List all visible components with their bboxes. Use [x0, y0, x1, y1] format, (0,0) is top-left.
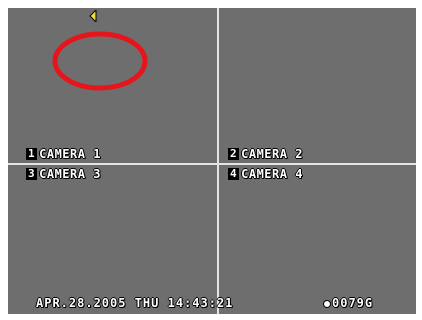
disk-icon [324, 300, 330, 307]
dvr-monitor: 1 CAMERA 1 2 CAMERA 2 3 CAMERA 3 4 CAMER… [8, 8, 416, 314]
camera-4-label: CAMERA 4 [241, 167, 303, 181]
datetime-readout: APR.28.2005 THU 14:43:21 [36, 296, 234, 310]
camera-2-tile[interactable]: 2 CAMERA 2 [228, 148, 303, 160]
camera-2-label: CAMERA 2 [241, 147, 303, 161]
camera-3-tile[interactable]: 3 CAMERA 3 [26, 168, 101, 180]
storage-counter-value: 0079G [332, 296, 374, 310]
camera-1-label: CAMERA 1 [39, 147, 101, 161]
grid-divider-horizontal [8, 163, 416, 165]
grid-divider-vertical [217, 8, 219, 314]
red-circle-annotation [52, 31, 148, 91]
camera-1-tile[interactable]: 1 CAMERA 1 [26, 148, 101, 160]
camera-3-number: 3 [26, 167, 38, 180]
camera-4-tile[interactable]: 4 CAMERA 4 [228, 168, 303, 180]
yellow-arrow-left-icon [89, 10, 97, 22]
camera-1-number: 1 [26, 147, 38, 160]
storage-counter: 0079G [324, 296, 373, 310]
camera-3-label: CAMERA 3 [39, 167, 101, 181]
camera-4-number: 4 [228, 167, 240, 180]
camera-2-number: 2 [228, 147, 240, 160]
